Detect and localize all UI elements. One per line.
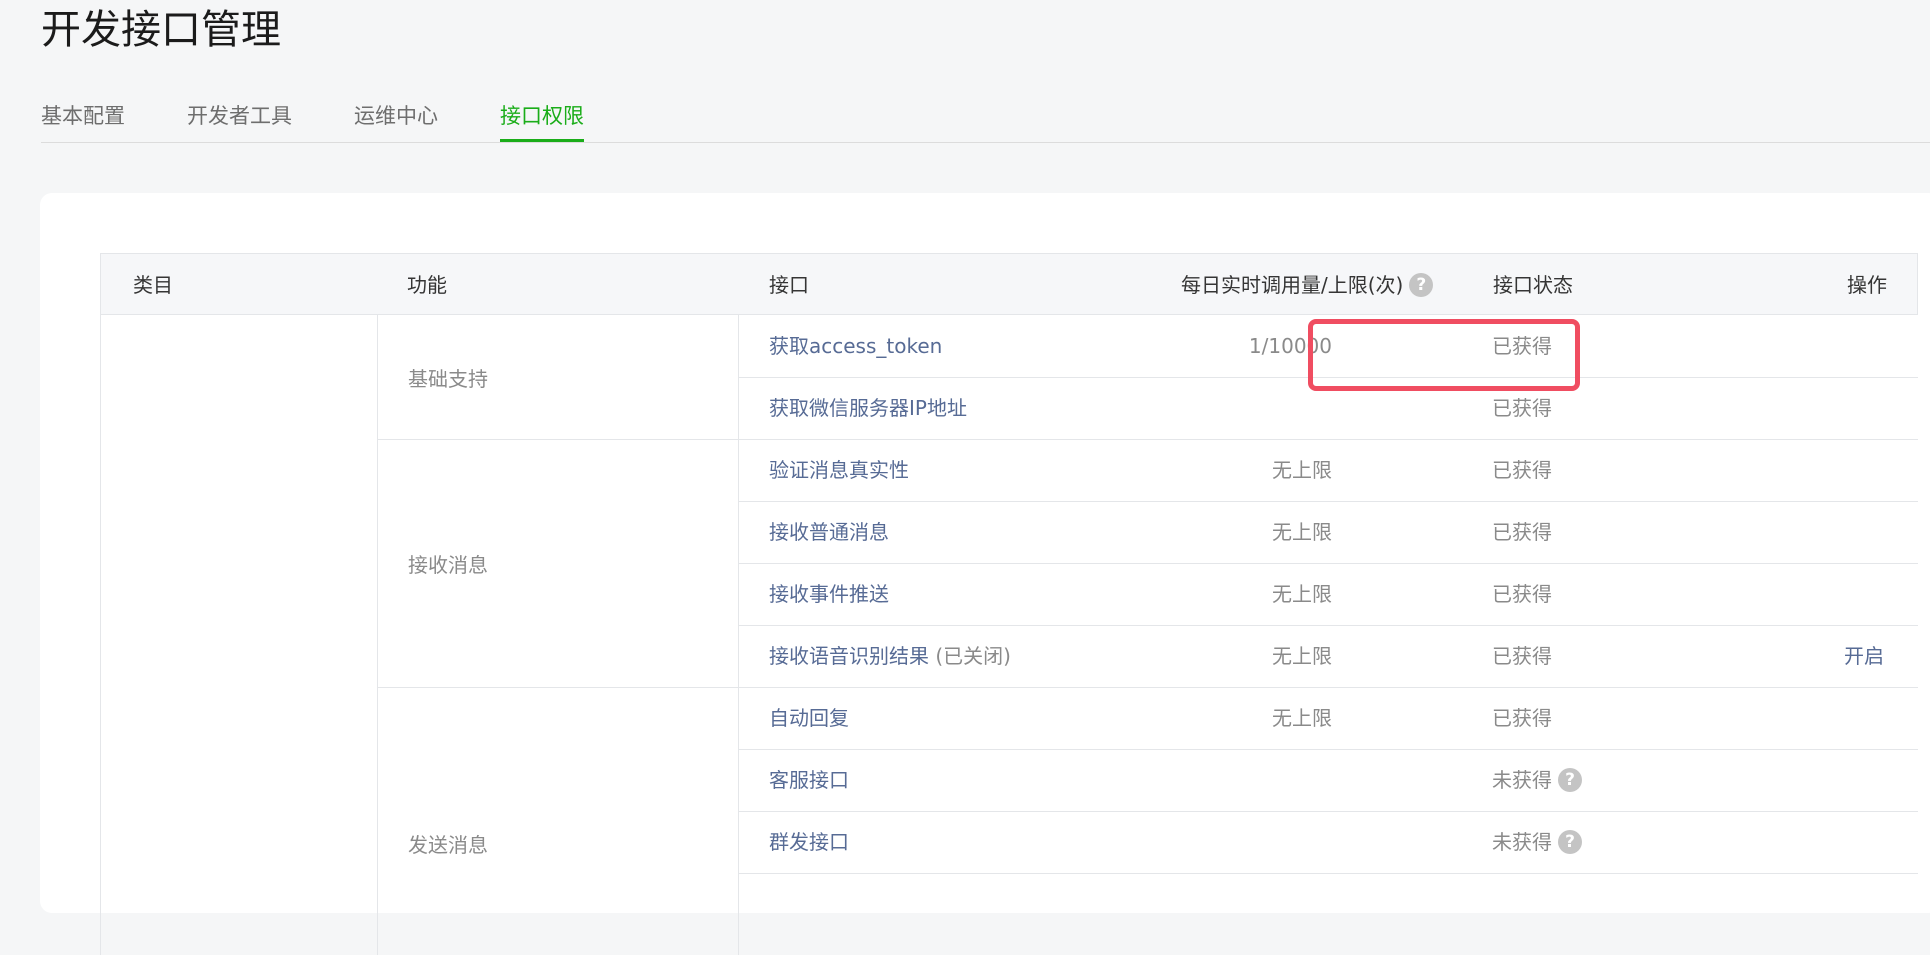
row-divider [738, 873, 1918, 874]
interface-link[interactable]: 接收普通消息 [769, 517, 889, 547]
usage-value: 1/10000 [1248, 334, 1332, 358]
status-label: 未获得 [1492, 768, 1552, 792]
interface-note: (已关闭) [935, 644, 1011, 668]
status-badge: 已获得 [1492, 582, 1552, 606]
interface-link[interactable]: 获取微信服务器IP地址 [769, 393, 967, 423]
interface-link[interactable]: 客服接口 [769, 765, 849, 795]
permissions-table: 类目 功能 接口 每日实时调用量/上限(次)? 接口状态 操作 基础支持 接收消… [100, 253, 1918, 955]
tab-interface-permissions[interactable]: 接口权限 [500, 96, 584, 142]
status-badge: 已获得 [1492, 396, 1552, 420]
row-divider [738, 377, 1918, 378]
row-divider [738, 749, 1918, 750]
tab-bar: 基本配置 开发者工具 运维中心 接口权限 [41, 96, 1930, 143]
interface-link[interactable]: 群发接口 [769, 827, 849, 857]
interface-link[interactable]: 获取access_token [769, 331, 942, 361]
feature-basic-support: 基础支持 [408, 367, 488, 391]
status-badge: 已获得 [1492, 520, 1552, 544]
status-badge: 未获得? [1492, 827, 1582, 857]
row-divider [738, 811, 1918, 812]
tab-basic-config[interactable]: 基本配置 [41, 96, 125, 141]
header-action: 操作 [1847, 273, 1887, 297]
group-divider [377, 687, 1918, 688]
enable-button[interactable]: 开启 [1804, 641, 1884, 671]
interface-link[interactable]: 接收事件推送 [769, 579, 889, 609]
question-circle-icon[interactable]: ? [1558, 829, 1582, 854]
row-divider [738, 501, 1918, 502]
interface-link[interactable]: 接收语音识别结果 (已关闭) [769, 641, 1011, 671]
group-divider [377, 439, 1918, 440]
tab-ops-center[interactable]: 运维中心 [354, 96, 438, 141]
tab-developer-tools[interactable]: 开发者工具 [187, 96, 292, 141]
usage-value: 无上限 [1272, 644, 1332, 668]
status-badge: 已获得 [1492, 644, 1552, 668]
header-usage-label: 每日实时调用量/上限(次) [1181, 273, 1404, 297]
header-category: 类目 [133, 273, 173, 297]
table-header: 类目 功能 接口 每日实时调用量/上限(次)? 接口状态 操作 [100, 253, 1918, 315]
usage-value: 无上限 [1272, 520, 1332, 544]
interface-link[interactable]: 自动回复 [769, 703, 849, 733]
question-circle-icon[interactable]: ? [1558, 767, 1582, 792]
header-interface: 接口 [769, 273, 809, 297]
header-usage: 每日实时调用量/上限(次)? [1181, 254, 1434, 316]
table-border-left [100, 315, 101, 955]
usage-value: 无上限 [1272, 582, 1332, 606]
status-badge: 未获得? [1492, 765, 1582, 795]
status-badge: 已获得 [1492, 458, 1552, 482]
row-divider [738, 563, 1918, 564]
interface-link[interactable]: 验证消息真实性 [769, 455, 909, 485]
page-title: 开发接口管理 [41, 7, 281, 53]
status-badge: 已获得 [1492, 706, 1552, 730]
column-divider-feature [738, 315, 739, 955]
usage-value: 无上限 [1272, 706, 1332, 730]
feature-send-messages: 发送消息 [408, 833, 488, 857]
interface-link-label: 接收语音识别结果 [769, 644, 929, 668]
feature-receive-messages: 接收消息 [408, 553, 488, 577]
status-badge: 已获得 [1492, 334, 1552, 358]
question-circle-icon[interactable]: ? [1409, 272, 1434, 297]
header-feature: 功能 [407, 273, 447, 297]
header-status: 接口状态 [1493, 273, 1573, 297]
row-divider [738, 625, 1918, 626]
usage-value: 无上限 [1272, 458, 1332, 482]
column-divider-category [377, 315, 378, 955]
status-label: 未获得 [1492, 830, 1552, 854]
